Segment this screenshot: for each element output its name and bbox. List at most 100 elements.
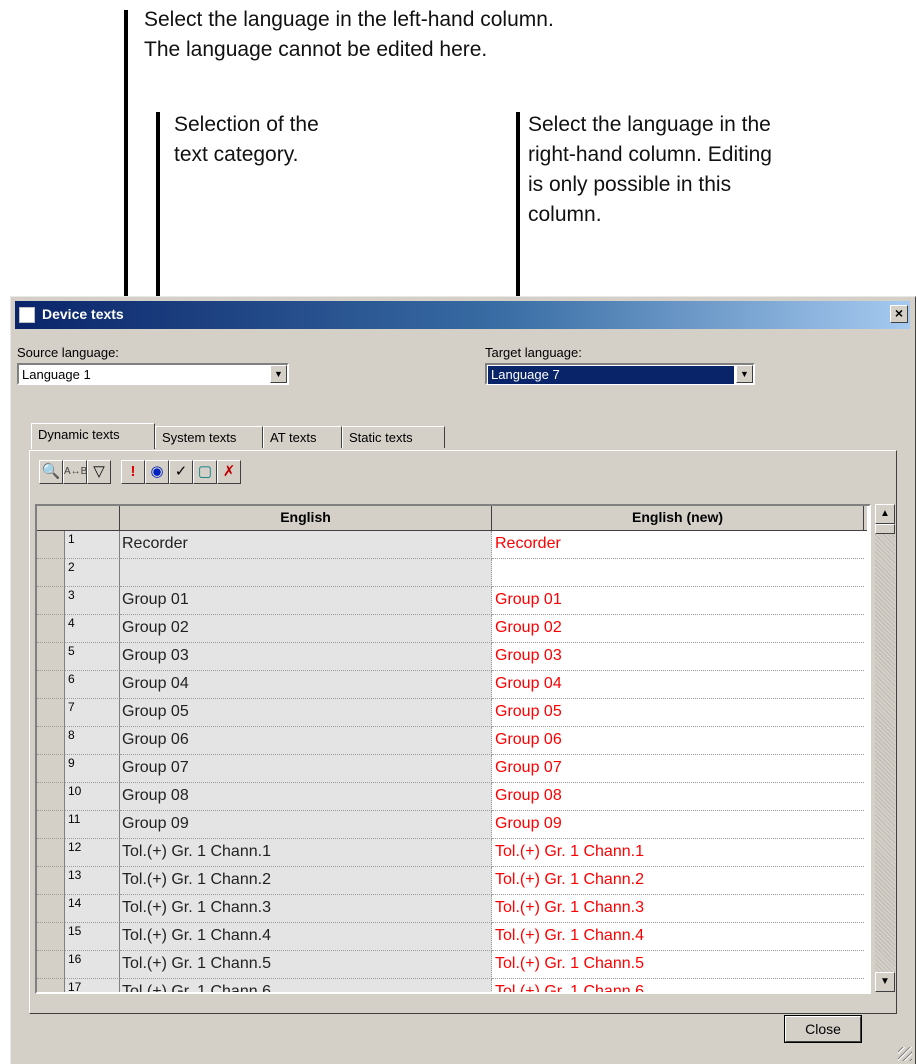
- target-text-cell[interactable]: Group 02: [492, 615, 864, 643]
- source-text-cell: Group 02: [120, 615, 492, 643]
- row-selector[interactable]: [37, 867, 65, 895]
- source-language-select[interactable]: Language 1 ▼: [17, 363, 289, 385]
- row-selector[interactable]: [37, 923, 65, 951]
- table-row[interactable]: 9 Group 07 Group 07: [37, 755, 867, 783]
- target-text-cell[interactable]: Tol.(+) Gr. 1 Chann.3: [492, 895, 864, 923]
- chevron-down-icon[interactable]: ▼: [736, 365, 753, 383]
- row-number: 14: [65, 895, 120, 923]
- scroll-thumb[interactable]: [875, 524, 895, 534]
- title-bar[interactable]: Device texts ×: [15, 301, 910, 329]
- row-number: 10: [65, 783, 120, 811]
- row-selector[interactable]: [37, 615, 65, 643]
- row-selector[interactable]: [37, 951, 65, 979]
- row-selector[interactable]: [37, 727, 65, 755]
- row-selector[interactable]: [37, 587, 65, 615]
- filter-icon[interactable]: ▽: [87, 460, 111, 484]
- table-row[interactable]: 11 Group 09 Group 09: [37, 811, 867, 839]
- row-selector[interactable]: [37, 643, 65, 671]
- source-text-cell: Tol.(+) Gr. 1 Chann.5: [120, 951, 492, 979]
- shape-icon[interactable]: ▢: [193, 460, 217, 484]
- table-row[interactable]: 6 Group 04 Group 04: [37, 671, 867, 699]
- table-row[interactable]: 16 Tol.(+) Gr. 1 Chann.5 Tol.(+) Gr. 1 Cha…: [37, 951, 867, 979]
- scroll-down-icon[interactable]: ▼: [875, 972, 895, 992]
- table-row[interactable]: 8 Group 06 Group 06: [37, 727, 867, 755]
- checkmark-icon[interactable]: ✓: [169, 460, 193, 484]
- replace-icon[interactable]: A↔B: [63, 460, 87, 484]
- target-text-cell[interactable]: Group 07: [492, 755, 864, 783]
- table-row[interactable]: 4 Group 02 Group 02: [37, 615, 867, 643]
- table-row[interactable]: 17 Tol.(+) Gr. 1 Chann.6 Tol.(+) Gr. 1 Cha…: [37, 979, 867, 992]
- row-number: 5: [65, 643, 120, 671]
- eye-icon[interactable]: ◉: [145, 460, 169, 484]
- target-text-cell[interactable]: Group 08: [492, 783, 864, 811]
- target-text-cell[interactable]: Tol.(+) Gr. 1 Chann.2: [492, 867, 864, 895]
- scroll-up-icon[interactable]: ▲: [875, 504, 895, 524]
- target-text-cell[interactable]: Group 05: [492, 699, 864, 727]
- target-text-cell[interactable]: Group 09: [492, 811, 864, 839]
- table-row[interactable]: 3 Group 01 Group 01: [37, 587, 867, 615]
- row-selector[interactable]: [37, 755, 65, 783]
- row-number: 9: [65, 755, 120, 783]
- row-selector[interactable]: [37, 531, 65, 559]
- close-icon[interactable]: ×: [890, 305, 908, 323]
- target-language-select[interactable]: Language 7 ▼: [485, 363, 755, 385]
- target-text-cell[interactable]: Recorder: [492, 531, 864, 559]
- exclamation-icon[interactable]: !: [121, 460, 145, 484]
- row-number: 1: [65, 531, 120, 559]
- row-number: 4: [65, 615, 120, 643]
- source-text-cell: Group 08: [120, 783, 492, 811]
- row-selector[interactable]: [37, 783, 65, 811]
- source-text-cell: Group 07: [120, 755, 492, 783]
- row-number: 2: [65, 559, 120, 587]
- resize-grip-icon[interactable]: [898, 1047, 912, 1061]
- tab-dynamic-texts[interactable]: Dynamic texts: [31, 423, 155, 449]
- close-button[interactable]: Close: [785, 1016, 861, 1042]
- source-text-cell: Group 04: [120, 671, 492, 699]
- target-text-cell[interactable]: Group 04: [492, 671, 864, 699]
- find-icon[interactable]: 🔍: [39, 460, 63, 484]
- row-selector[interactable]: [37, 895, 65, 923]
- table-row[interactable]: 1 Recorder Recorder: [37, 531, 867, 559]
- target-text-cell[interactable]: Group 01: [492, 587, 864, 615]
- target-text-cell[interactable]: Tol.(+) Gr. 1 Chann.5: [492, 951, 864, 979]
- tab-static-texts[interactable]: Static texts: [342, 426, 445, 448]
- text-category-note: Selection of the text category.: [174, 113, 319, 166]
- row-number: 8: [65, 727, 120, 755]
- column-header-source[interactable]: English: [120, 506, 492, 530]
- row-selector[interactable]: [37, 699, 65, 727]
- table-row[interactable]: 13 Tol.(+) Gr. 1 Chann.2 Tol.(+) Gr. 1 Cha…: [37, 867, 867, 895]
- target-text-cell[interactable]: Tol.(+) Gr. 1 Chann.6: [492, 979, 864, 992]
- row-selector[interactable]: [37, 811, 65, 839]
- target-text-cell[interactable]: Tol.(+) Gr. 1 Chann.1: [492, 839, 864, 867]
- run-icon[interactable]: ✗: [217, 460, 241, 484]
- target-text-cell[interactable]: Group 03: [492, 643, 864, 671]
- target-text-cell[interactable]: Group 06: [492, 727, 864, 755]
- row-selector[interactable]: [37, 979, 65, 992]
- chevron-down-icon[interactable]: ▼: [270, 365, 287, 383]
- row-selector[interactable]: [37, 671, 65, 699]
- device-texts-dialog: Device texts × Source language: Language…: [10, 296, 916, 1064]
- source-text-cell: Group 09: [120, 811, 492, 839]
- vertical-scrollbar[interactable]: ▲ ▼: [875, 504, 895, 992]
- table-row[interactable]: 2: [37, 559, 867, 587]
- text-grid[interactable]: English English (new) 1 Recorder Recorder 2…: [35, 504, 871, 994]
- tab-system-texts[interactable]: System texts: [155, 426, 263, 448]
- table-row[interactable]: 14 Tol.(+) Gr. 1 Chann.3 Tol.(+) Gr. 1 Cha…: [37, 895, 867, 923]
- table-row[interactable]: 10 Group 08 Group 08: [37, 783, 867, 811]
- table-row[interactable]: 7 Group 05 Group 05: [37, 699, 867, 727]
- target-text-cell[interactable]: Tol.(+) Gr. 1 Chann.4: [492, 923, 864, 951]
- column-header-target[interactable]: English (new): [492, 506, 864, 530]
- target-text-cell[interactable]: [492, 559, 864, 587]
- source-language-label: Source language:: [17, 345, 119, 360]
- source-text-cell: Tol.(+) Gr. 1 Chann.4: [120, 923, 492, 951]
- row-selector[interactable]: [37, 559, 65, 587]
- source-text-cell: Recorder: [120, 531, 492, 559]
- row-selector[interactable]: [37, 839, 65, 867]
- table-row[interactable]: 5 Group 03 Group 03: [37, 643, 867, 671]
- table-row[interactable]: 15 Tol.(+) Gr. 1 Chann.4 Tol.(+) Gr. 1 Cha…: [37, 923, 867, 951]
- source-language-value: Language 1: [22, 367, 91, 382]
- source-text-cell: Group 05: [120, 699, 492, 727]
- tab-at-texts[interactable]: AT texts: [263, 426, 342, 448]
- table-row[interactable]: 12 Tol.(+) Gr. 1 Chann.1 Tol.(+) Gr. 1 Cha…: [37, 839, 867, 867]
- source-text-cell: Group 06: [120, 727, 492, 755]
